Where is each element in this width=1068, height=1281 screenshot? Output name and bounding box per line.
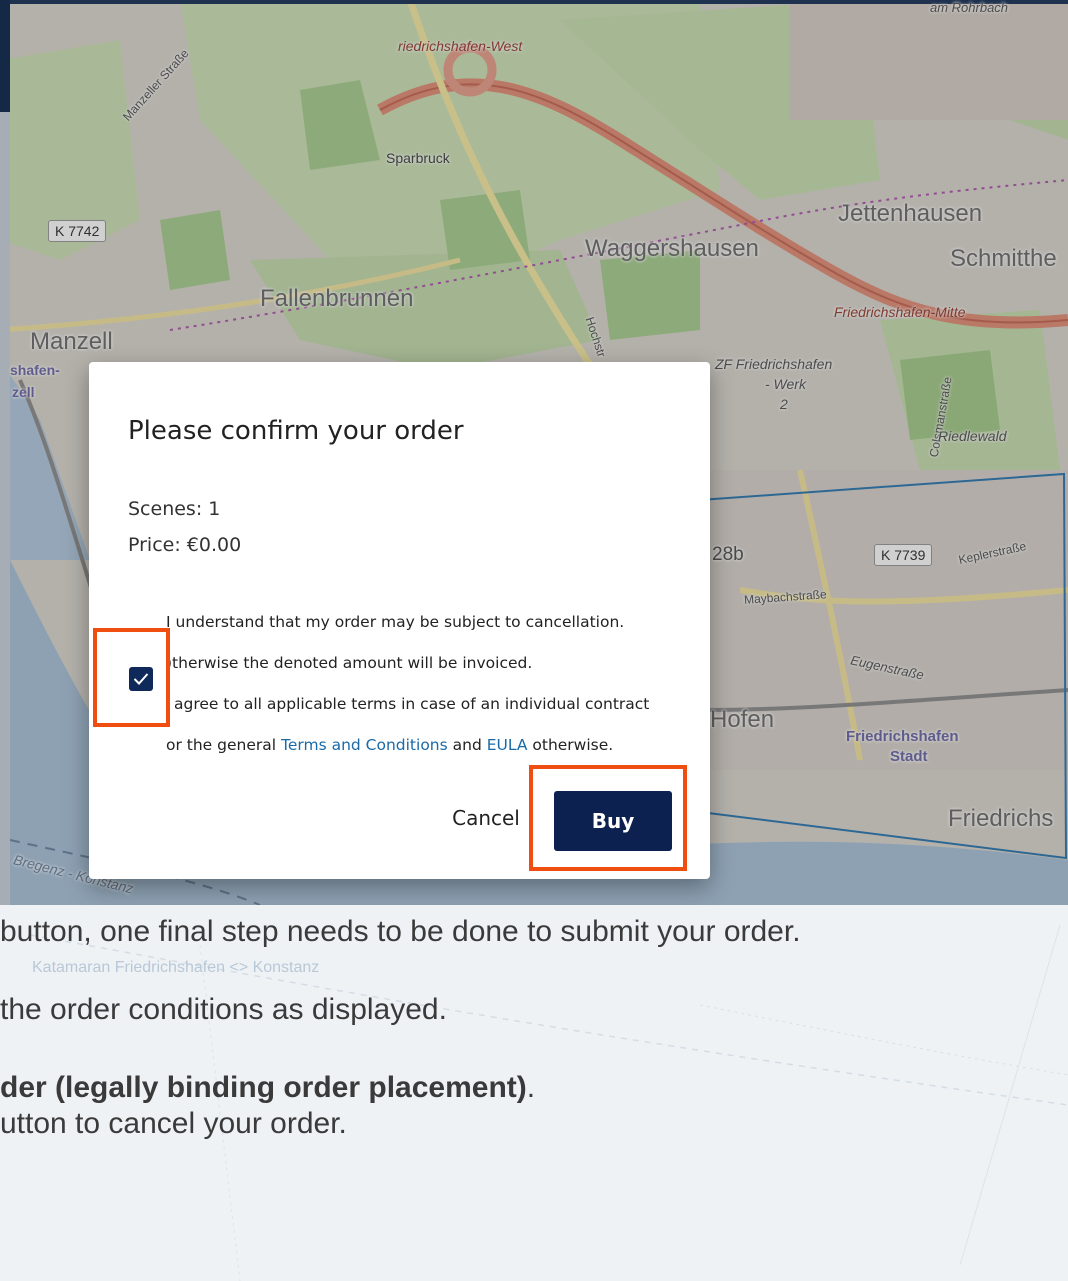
terms-line: agree to all applicable terms in case of… bbox=[174, 695, 650, 713]
buy-button-highlight bbox=[529, 765, 687, 871]
scenes-count: Scenes: 1 bbox=[128, 498, 221, 520]
terms-line: )therwise the denoted amount will be inv… bbox=[166, 654, 533, 672]
terms-text-part: and bbox=[447, 736, 487, 754]
terms-text-part: otherwise. bbox=[527, 736, 614, 754]
map-label: Katamaran Friedrichshafen <> Konstanz bbox=[32, 959, 320, 976]
instruction-line: button, one final step needs to be done … bbox=[0, 915, 801, 948]
terms-line: I understand that my order may be subjec… bbox=[166, 613, 625, 631]
instruction-line: the order conditions as displayed. bbox=[0, 993, 447, 1026]
instruction-line: der (legally binding order placement). bbox=[0, 1071, 535, 1105]
instruction-line: utton to cancel your order. bbox=[0, 1107, 347, 1140]
terms-and-conditions-link[interactable]: Terms and Conditions bbox=[281, 736, 448, 754]
dialog-title: Please confirm your order bbox=[128, 416, 464, 446]
price-value: Price: €0.00 bbox=[128, 534, 242, 556]
eula-link[interactable]: EULA bbox=[487, 736, 528, 754]
instruction-emphasis: der (legally binding order placement) bbox=[0, 1071, 527, 1104]
instructions-panel: Katamaran Friedrichshafen <> Konstanz bu… bbox=[0, 905, 1068, 1281]
terms-line: or the general Terms and Conditions and … bbox=[166, 725, 686, 766]
cancel-button[interactable]: Cancel bbox=[441, 798, 531, 838]
instruction-punct: . bbox=[526, 1071, 536, 1104]
terms-text-part: or the general bbox=[166, 736, 281, 754]
terms-text: I understand that my order may be subjec… bbox=[166, 602, 686, 766]
checkbox-highlight bbox=[93, 628, 170, 727]
